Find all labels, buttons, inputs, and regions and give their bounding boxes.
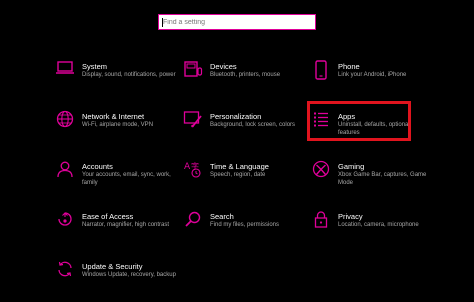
lock-icon	[308, 210, 334, 236]
tile-description: Narrator, magnifier, high contrast	[82, 222, 170, 228]
sync-icon	[52, 260, 78, 286]
tile-gaming[interactable]: Gaming Xbox Game Bar, captures, Game Mod…	[308, 156, 432, 206]
tile-description: Link your Android, iPhone	[338, 72, 407, 78]
tile-description: Location, camera, microphone	[338, 222, 419, 228]
tile-description: Background, lock screen, colors	[210, 122, 296, 128]
tile-privacy[interactable]: Privacy Location, camera, microphone	[308, 206, 432, 256]
tile-title: System	[82, 62, 108, 71]
xbox-icon	[308, 160, 334, 186]
tile-description: Your accounts, email, sync, work, family	[82, 172, 171, 186]
search-input[interactable]	[159, 15, 315, 29]
tile-title: Gaming	[338, 162, 365, 171]
search-icon	[180, 210, 206, 236]
tile-personalization[interactable]: Personalization Background, lock screen,…	[180, 106, 308, 156]
tile-description: Speech, region, date	[210, 172, 266, 178]
person-icon	[52, 160, 78, 186]
tile-title: Devices	[210, 62, 237, 71]
ease-of-access-icon	[52, 210, 78, 236]
tile-description: Wi-Fi, airplane mode, VPN	[82, 122, 154, 128]
tile-title: Privacy	[338, 212, 363, 221]
tile-search[interactable]: Search Find my files, permissions	[180, 206, 308, 256]
tile-accounts[interactable]: Accounts Your accounts, email, sync, wor…	[52, 156, 180, 206]
phone-icon	[308, 60, 334, 86]
globe-icon	[52, 110, 78, 136]
tile-title: Update & Security	[82, 262, 143, 271]
tile-description: Display, sound, notifications, power	[82, 72, 176, 78]
paintbrush-icon	[180, 110, 206, 136]
tile-title: Ease of Access	[82, 212, 134, 221]
tile-devices[interactable]: Devices Bluetooth, printers, mouse	[180, 56, 308, 106]
laptop-icon	[52, 60, 78, 86]
tile-phone[interactable]: Phone Link your Android, iPhone	[308, 56, 432, 106]
tile-description: Windows Update, recovery, backup	[82, 272, 176, 278]
tile-system[interactable]: System Display, sound, notifications, po…	[52, 56, 180, 106]
tile-description: Xbox Game Bar, captures, Game Mode	[338, 172, 427, 186]
tile-title: Phone	[338, 62, 360, 71]
devices-icon	[180, 60, 206, 86]
search-box[interactable]	[158, 14, 316, 30]
apps-highlight-box	[307, 101, 411, 141]
tile-title: Personalization	[210, 112, 262, 121]
tile-title: Search	[210, 212, 234, 221]
tile-ease-of-access[interactable]: Ease of Access Narrator, magnifier, high…	[52, 206, 180, 256]
tile-title: Accounts	[82, 162, 113, 171]
time-language-icon: A字	[180, 160, 206, 186]
tile-time-language[interactable]: A字 Time & Language Speech, region, date	[180, 156, 308, 206]
tile-description: Bluetooth, printers, mouse	[210, 72, 281, 78]
tile-title: Time & Language	[210, 162, 269, 171]
tile-title: Network & Internet	[82, 112, 145, 121]
tile-network-internet[interactable]: Network & Internet Wi-Fi, airplane mode,…	[52, 106, 180, 156]
settings-grid: System Display, sound, notifications, po…	[52, 56, 432, 302]
svg-text:A: A	[184, 162, 191, 172]
tile-update-security[interactable]: Update & Security Windows Update, recove…	[52, 256, 180, 302]
tile-description: Find my files, permissions	[210, 222, 280, 228]
